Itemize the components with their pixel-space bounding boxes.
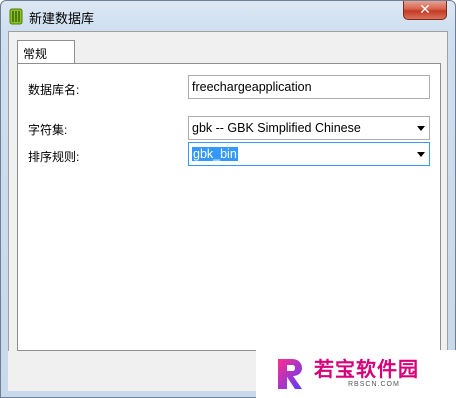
rb-logo-icon: [278, 359, 302, 389]
charset-value: gbk -- GBK Simplified Chinese: [192, 121, 361, 135]
tab-panel-general: 数据库名: freechargeapplication 字符集: gbk -- …: [17, 63, 441, 351]
watermark: 若宝软件园 RBSCN.COM: [256, 350, 456, 398]
charset-label: 字符集:: [28, 123, 68, 137]
database-icon: [9, 8, 23, 25]
dialog-window: 新建数据库 ✕ 常规 数据库名: freechargeapplication 字…: [0, 0, 456, 398]
chevron-down-icon[interactable]: [417, 152, 425, 157]
window-title: 新建数据库: [29, 11, 95, 26]
tab-general[interactable]: 常规: [17, 40, 75, 64]
watermark-name: 若宝软件园: [314, 359, 419, 381]
chevron-down-icon[interactable]: [417, 126, 425, 131]
close-button[interactable]: ✕: [403, 1, 447, 20]
dbname-input[interactable]: freechargeapplication: [188, 75, 430, 99]
collation-value: gbk_bin: [192, 147, 238, 161]
charset-select[interactable]: gbk -- GBK Simplified Chinese: [188, 116, 430, 140]
watermark-site: RBSCN.COM: [348, 381, 400, 388]
collation-select[interactable]: gbk_bin: [188, 142, 430, 166]
dialog-client-area: 常规 数据库名: freechargeapplication 字符集: gbk …: [8, 31, 448, 391]
title-bar[interactable]: 新建数据库 ✕: [1, 1, 455, 31]
collation-label: 排序规则:: [28, 150, 80, 164]
dbname-label: 数据库名:: [28, 83, 80, 97]
